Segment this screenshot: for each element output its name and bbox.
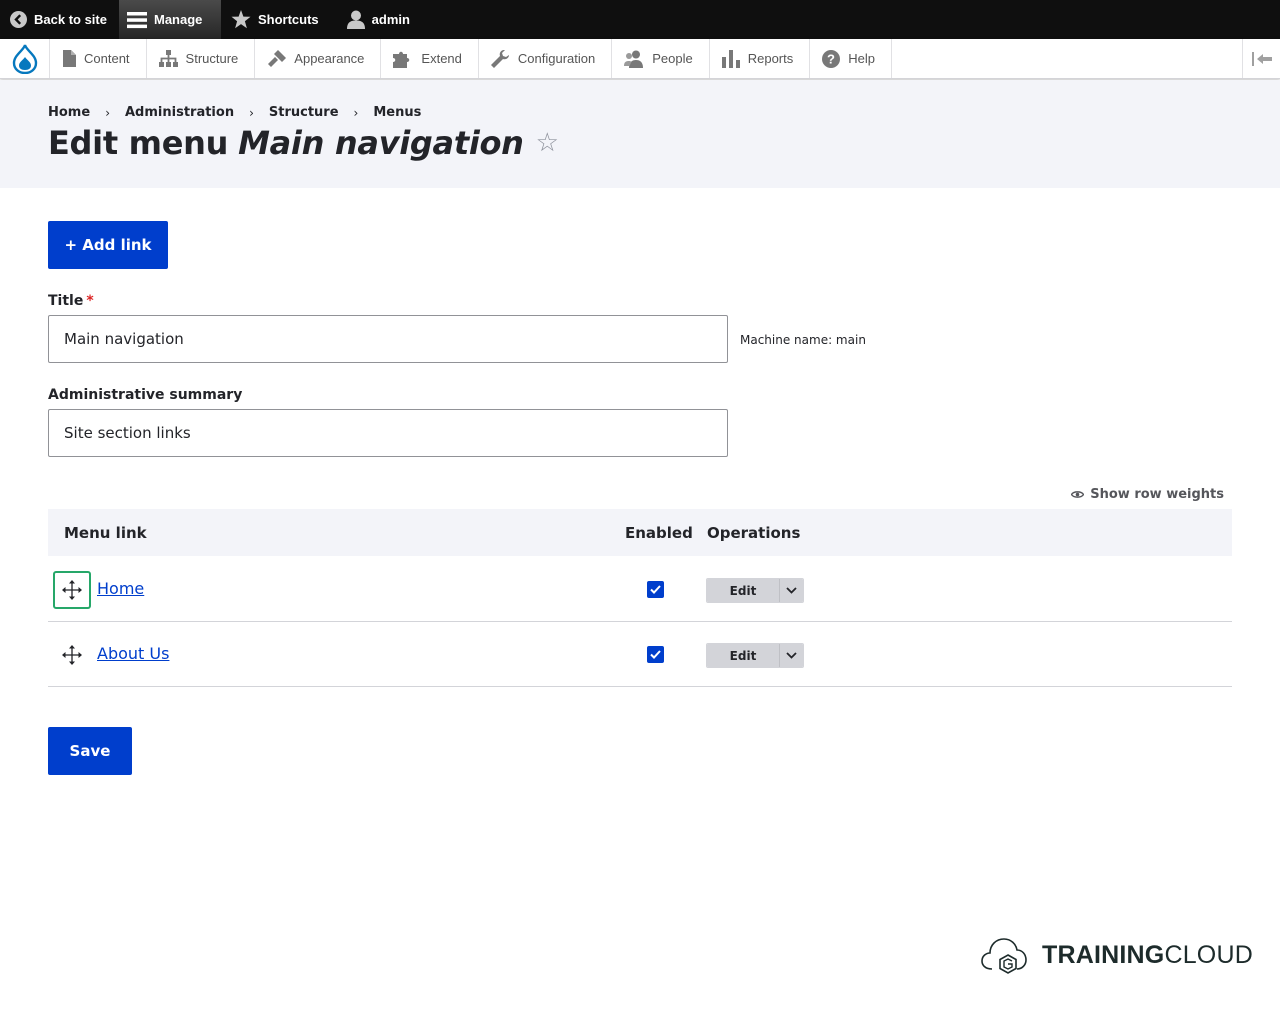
brand-wordmark: TRAININGCLOUD xyxy=(1042,941,1253,970)
breadcrumb-separator: › xyxy=(105,105,110,120)
edit-button[interactable]: Edit xyxy=(707,644,779,667)
breadcrumb-separator: › xyxy=(249,105,254,120)
eye-icon xyxy=(1071,491,1085,498)
tray-item-label: Content xyxy=(84,51,130,66)
breadcrumb-home[interactable]: Home xyxy=(48,105,90,120)
breadcrumb-menus[interactable]: Menus xyxy=(373,105,421,120)
page-title: Edit menu Main navigation ☆ xyxy=(48,124,559,162)
brand-part2: CLOUD xyxy=(1164,940,1253,969)
tray-item-label: Configuration xyxy=(517,51,596,66)
tray-item-label: Help xyxy=(848,51,875,66)
menu-link-home[interactable]: Home xyxy=(97,579,144,598)
tray-item-label: Reports xyxy=(747,51,794,66)
bar-chart-icon xyxy=(721,49,740,68)
sitemap-icon xyxy=(158,49,178,67)
operations-toggle-button[interactable] xyxy=(779,644,803,667)
table-row: About Us Edit xyxy=(48,622,1232,687)
enabled-checkbox[interactable] xyxy=(647,646,664,663)
machine-name: Machine name: main xyxy=(740,333,866,347)
puzzle-icon xyxy=(393,51,410,68)
page-title-prefix: Edit menu xyxy=(48,124,229,162)
header-menu-link: Menu link xyxy=(64,524,147,542)
cloud-logo-icon xyxy=(981,938,1027,974)
brand-part1: TRAINING xyxy=(1042,940,1165,969)
summary-input-value: Site section links xyxy=(64,424,191,442)
tray-item-structure[interactable]: Structure xyxy=(147,39,256,78)
menu-link-about-us[interactable]: About Us xyxy=(97,644,169,663)
show-row-weights-button[interactable]: Show row weights xyxy=(1071,487,1224,502)
tray-item-label: Appearance xyxy=(294,51,365,66)
shortcuts-label: Shortcuts xyxy=(257,12,319,27)
tray-item-label: Structure xyxy=(185,51,239,66)
collapse-tray-button[interactable] xyxy=(1242,39,1280,78)
collapse-left-icon xyxy=(1251,51,1272,66)
breadcrumb: Home › Administration › Structure › Menu… xyxy=(48,105,421,120)
title-input[interactable]: Main navigation xyxy=(48,315,728,363)
table-row: Home Edit xyxy=(48,557,1232,622)
drag-handle-icon[interactable] xyxy=(53,571,91,609)
drupal-logo-icon[interactable] xyxy=(0,39,50,78)
chevron-left-circle-icon xyxy=(10,11,27,28)
table-header: Menu link Enabled Operations xyxy=(48,509,1232,556)
shortcut-star-icon[interactable]: ☆ xyxy=(536,128,559,158)
title-label-text: Title xyxy=(48,293,84,309)
save-button[interactable]: Save xyxy=(48,727,132,775)
wrench-icon xyxy=(490,49,509,68)
operations-toggle-button[interactable] xyxy=(779,579,803,602)
breadcrumb-separator: › xyxy=(353,105,359,120)
back-to-site-label: Back to site xyxy=(34,12,107,27)
trainingcloud-logo: TRAININGCLOUD xyxy=(980,935,1253,975)
star-icon xyxy=(231,10,251,29)
shortcuts-tab[interactable]: Shortcuts xyxy=(221,0,331,39)
hamburger-icon xyxy=(126,11,147,28)
operations-dropbutton: Edit xyxy=(706,578,804,603)
user-label: admin xyxy=(371,12,410,27)
summary-label: Administrative summary xyxy=(48,387,243,403)
edit-button[interactable]: Edit xyxy=(707,579,779,602)
user-tab[interactable]: admin xyxy=(331,0,422,39)
tray-item-reports[interactable]: Reports xyxy=(710,39,811,78)
checkmark-icon xyxy=(650,585,661,594)
tray-item-extend[interactable]: Extend xyxy=(381,39,479,78)
admin-toolbar: Back to site Manage Shortcuts admin xyxy=(0,0,1280,39)
tray-item-label: Extend xyxy=(421,51,462,66)
breadcrumb-structure[interactable]: Structure xyxy=(269,105,339,120)
admin-menu-tray: Content Structure Appearance Extend Conf… xyxy=(0,39,1280,79)
page-title-menu-name: Main navigation xyxy=(238,124,524,162)
operations-dropbutton: Edit xyxy=(706,643,804,668)
page-header: Home › Administration › Structure › Menu… xyxy=(0,80,1280,188)
user-icon xyxy=(346,10,365,29)
svg-text:?: ? xyxy=(827,51,835,66)
checkmark-icon xyxy=(650,650,661,659)
chevron-down-icon xyxy=(786,587,797,594)
manage-label: Manage xyxy=(153,12,203,27)
file-icon xyxy=(63,50,76,67)
tray-item-label: People xyxy=(652,51,693,66)
required-marker: * xyxy=(86,293,94,309)
title-label: Title * xyxy=(48,293,94,309)
summary-input[interactable]: Site section links xyxy=(48,409,728,457)
paintbrush-icon xyxy=(268,49,287,67)
back-to-site-link[interactable]: Back to site xyxy=(0,0,119,39)
help-icon: ? xyxy=(822,49,841,68)
drag-handle-icon[interactable] xyxy=(53,636,91,674)
title-input-value: Main navigation xyxy=(64,330,184,348)
tray-item-people[interactable]: People xyxy=(612,39,710,78)
header-enabled: Enabled xyxy=(625,524,693,542)
enabled-checkbox[interactable] xyxy=(647,581,664,598)
breadcrumb-administration[interactable]: Administration xyxy=(125,105,234,120)
tray-item-configuration[interactable]: Configuration xyxy=(479,39,613,78)
tray-item-help[interactable]: ? Help xyxy=(810,39,892,78)
add-link-button[interactable]: + Add link xyxy=(48,221,168,269)
tray-item-appearance[interactable]: Appearance xyxy=(255,39,382,78)
manage-tab[interactable]: Manage xyxy=(118,0,221,39)
tray-item-content[interactable]: Content xyxy=(50,39,147,78)
chevron-down-icon xyxy=(786,652,797,659)
header-operations: Operations xyxy=(707,524,801,542)
people-icon xyxy=(624,50,644,68)
show-row-weights-label: Show row weights xyxy=(1090,487,1224,502)
